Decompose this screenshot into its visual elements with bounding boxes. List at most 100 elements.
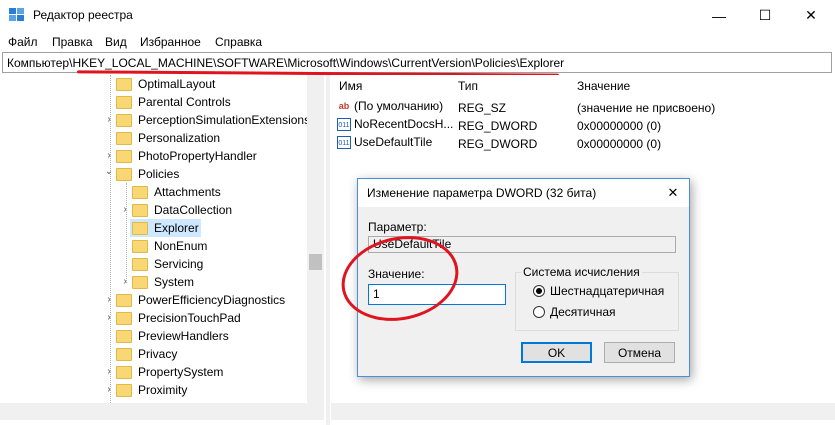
folder-icon [116,365,132,379]
folder-open-icon [132,221,148,235]
tree-item[interactable]: PerceptionSimulationExtensions [116,111,310,129]
folder-icon [116,113,132,127]
tree-item-label: Personalization [138,131,221,145]
tree-item-label: Privacy [138,347,178,361]
tree-item-label: PrecisionTouchPad [138,311,241,325]
cancel-button[interactable]: Отмена [604,342,675,363]
tree-item[interactable]: NonEnum [132,237,207,255]
tree-item-label: Attachments [154,185,221,199]
value-data: 0x00000000 (0) [577,137,662,151]
tree-item[interactable]: Servicing [132,255,203,273]
tree-item-label: Explorer [154,221,199,235]
decimal-radio[interactable] [533,306,545,318]
tree-item[interactable]: Attachments [132,183,221,201]
tree-item[interactable]: PreviewHandlers [116,327,229,345]
expand-icon[interactable]: › [104,313,114,323]
tree-item-label: Policies [138,167,180,181]
menu-help[interactable]: Справка [215,35,262,49]
close-button[interactable]: ✕ [788,0,834,31]
value-type: REG_SZ [458,101,507,115]
address-path: Компьютер\HKEY_LOCAL_MACHINE\SOFTWARE\Mi… [7,56,565,70]
value-type: REG_DWORD [458,119,538,133]
expand-icon[interactable]: › [104,295,114,305]
title-bar: Редактор реестра — ☐ ✕ [0,0,835,31]
tree-item-label: Parental Controls [138,95,231,109]
tree-item-label: PreviewHandlers [138,329,229,343]
folder-icon [116,383,132,397]
tree-item[interactable]: Personalization [116,129,220,147]
dialog-title-bar: Изменение параметра DWORD (32 бита) ✕ [358,179,689,207]
list-horizontal-scrollbar[interactable] [331,403,835,420]
tree-vertical-scrollbar[interactable] [307,75,324,403]
tree-item-label: PhotoPropertyHandler [138,149,257,163]
column-header-name[interactable]: Имя [339,79,362,93]
close-icon: ✕ [667,185,679,200]
menu-favorites[interactable]: Избранное [140,35,201,49]
pane-splitter[interactable] [326,75,330,425]
value-row[interactable]: ab (По умолчанию) [337,99,443,117]
registry-editor-icon [9,8,24,21]
collapse-icon[interactable]: ⌄ [104,167,114,177]
tree-item[interactable]: PropertySystem [116,363,223,381]
tree-item[interactable]: PowerEfficiencyDiagnostics [116,291,285,309]
maximize-button[interactable]: ☐ [742,0,788,31]
ok-button[interactable]: OK [521,342,592,363]
folder-icon [132,257,148,271]
tree-item[interactable]: System [132,273,194,291]
folder-icon [132,203,148,217]
tree-item[interactable]: Privacy [116,345,177,363]
tree-item-label: PropertySystem [138,365,224,379]
folder-icon [116,149,132,163]
folder-icon [132,239,148,253]
column-header-value[interactable]: Значение [577,79,630,93]
expand-icon[interactable]: › [104,367,114,377]
key-tree: OptimalLayout Parental Controls › Percep… [0,75,325,425]
value-row[interactable]: 011 UseDefaultTile [337,135,432,153]
minimize-button[interactable]: — [696,0,742,31]
close-icon: ✕ [805,7,817,23]
tree-item[interactable]: DataCollection [132,201,232,219]
base-groupbox-legend: Система исчисления [521,265,642,279]
window-title: Редактор реестра [33,8,133,22]
expand-icon[interactable]: › [104,151,114,161]
value-name: UseDefaultTile [354,135,433,149]
folder-icon [116,329,132,343]
tree-item[interactable]: Proximity [116,381,187,399]
expand-icon[interactable]: › [104,385,114,395]
tree-scroll-thumb[interactable] [309,254,322,270]
column-header-type[interactable]: Тип [458,79,478,93]
tree-item[interactable]: PrecisionTouchPad [116,309,241,327]
tree-item-selected[interactable]: Explorer [130,219,201,237]
folder-icon [116,131,132,145]
value-data: 0x00000000 (0) [577,119,662,133]
tree-item-label: Servicing [154,257,204,271]
decimal-radio-label[interactable]: Десятичная [550,305,616,319]
folder-icon [132,185,148,199]
tree-item[interactable]: Policies [116,165,179,183]
expand-icon[interactable]: › [120,205,130,215]
menu-file[interactable]: Файл [8,35,38,49]
value-row[interactable]: 011 NoRecentDocsH... [337,117,453,135]
value-data: (значение не присвоено) [577,101,716,115]
folder-icon [116,167,132,181]
tree-item-label: OptimalLayout [138,77,216,91]
hex-radio[interactable] [533,285,545,297]
tree-item[interactable]: Parental Controls [116,93,231,111]
tree-item[interactable]: OptimalLayout [116,75,215,93]
tree-item-label: Proximity [138,383,188,397]
tree-item-label: PerceptionSimulationExtensions [138,113,311,127]
maximize-icon: ☐ [758,7,772,23]
value-name: NoRecentDocsH... [354,117,454,131]
tree-horizontal-scrollbar[interactable] [0,403,324,420]
dialog-close-button[interactable]: ✕ [657,179,689,207]
expand-icon[interactable]: › [120,277,130,287]
menu-view[interactable]: Вид [105,35,127,49]
folder-icon [116,347,132,361]
hex-radio-label[interactable]: Шестнадцатеричная [550,284,664,298]
base-groupbox [515,272,679,331]
folder-icon [116,311,132,325]
menu-edit[interactable]: Правка [52,35,93,49]
tree-item[interactable]: PhotoPropertyHandler [116,147,257,165]
expand-icon[interactable]: › [104,115,114,125]
tree-item-label: DataCollection [154,203,233,217]
